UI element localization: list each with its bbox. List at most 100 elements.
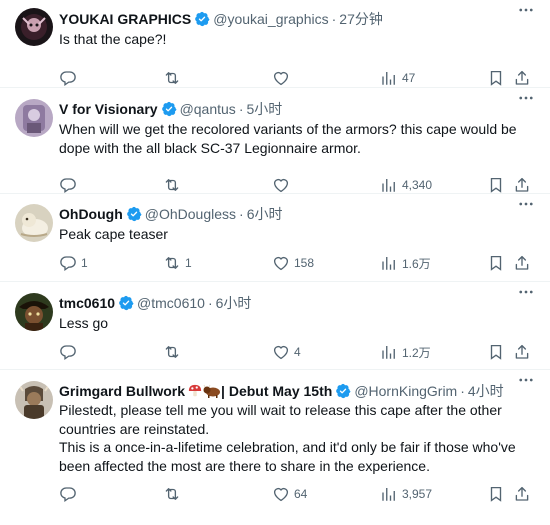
bookmark-button[interactable] (487, 176, 505, 194)
more-icon[interactable] (516, 88, 536, 108)
avatar[interactable] (15, 293, 53, 331)
retweet-button[interactable]: 1 (163, 254, 192, 272)
share-button[interactable] (513, 485, 531, 503)
view-count: 1.2万 (402, 345, 431, 360)
views-icon (382, 179, 395, 192)
heart-icon (273, 345, 289, 360)
retweet-button[interactable] (163, 485, 185, 503)
separator-dot: · (207, 295, 213, 311)
reply-icon (60, 71, 76, 87)
avatar[interactable] (15, 8, 53, 46)
retweet-icon (165, 346, 179, 358)
share-button[interactable] (513, 254, 531, 272)
display-name[interactable]: tmc0610 (59, 295, 115, 311)
avatar[interactable] (15, 99, 53, 137)
reply-icon (60, 345, 76, 361)
tweet-youkai[interactable]: YOUKAI GRAPHICS @youkai_graphics · 27分钟 … (0, 0, 550, 88)
share-icon (515, 255, 529, 270)
timestamp[interactable]: 6小时 (247, 204, 283, 224)
like-count: 64 (294, 487, 308, 501)
views-icon (382, 346, 395, 359)
timestamp[interactable]: 4小时 (468, 381, 504, 401)
bookmark-button[interactable] (487, 69, 505, 87)
reply-button[interactable] (59, 485, 81, 503)
more-icon[interactable] (516, 194, 536, 214)
tweet-line: dope with the all black SC-37 Legionnair… (59, 140, 361, 156)
retweet-icon (165, 179, 179, 191)
display-name[interactable]: OhDough (59, 206, 123, 222)
heart-icon (273, 256, 289, 271)
retweet-button[interactable] (163, 176, 185, 194)
retweet-button[interactable] (163, 69, 185, 87)
user-handle[interactable]: @OhDougless (145, 206, 236, 222)
separator-dot: · (239, 206, 244, 222)
tweet-tmc0610[interactable]: tmc0610 @tmc0610 · 6小时 Less go 4 1.2万 (0, 282, 550, 370)
views-button[interactable]: 4,340 (380, 176, 432, 194)
display-name-suffix[interactable]: | Debut May 15th (221, 383, 332, 399)
heart-icon (273, 178, 289, 193)
bookmark-button[interactable] (487, 254, 505, 272)
tweet-visionary[interactable]: V for Visionary @qantus · 5小时 When will … (0, 88, 550, 194)
action-bar: 4,340 (59, 175, 538, 195)
like-button[interactable]: 4 (272, 343, 301, 361)
retweet-icon (165, 257, 179, 269)
reply-button[interactable] (59, 343, 81, 361)
reply-icon (60, 178, 76, 194)
bookmark-icon (490, 255, 502, 271)
more-icon[interactable] (516, 282, 536, 302)
like-button[interactable]: 64 (272, 485, 307, 503)
more-icon[interactable] (516, 370, 536, 390)
views-button[interactable]: 1.6万 (380, 254, 431, 272)
tweet-text: When will we get the recolored variants … (59, 120, 538, 158)
avatar[interactable] (15, 204, 53, 242)
tweet-text: Is that the cape?! (59, 30, 538, 49)
views-button[interactable]: 47 (380, 69, 415, 87)
bookmark-button[interactable] (487, 343, 505, 361)
user-handle[interactable]: @tmc0610 (137, 295, 205, 311)
share-button[interactable] (513, 343, 531, 361)
reply-button[interactable] (59, 69, 81, 87)
user-handle[interactable]: @qantus (180, 101, 236, 117)
timestamp[interactable]: 5小时 (246, 99, 282, 119)
retweet-button[interactable] (163, 343, 185, 361)
tweet-grimgard[interactable]: Grimgard Bullwork | Debut May 15th @Horn… (0, 370, 550, 525)
retweet-count: 1 (185, 256, 192, 270)
reply-count: 1 (81, 256, 88, 270)
views-icon (382, 488, 395, 501)
views-button[interactable]: 3,957 (380, 485, 432, 503)
share-icon (515, 177, 529, 192)
share-icon (515, 70, 529, 85)
tweet-line: When will we get the recolored variants … (59, 121, 517, 137)
share-button[interactable] (513, 176, 531, 194)
like-button[interactable]: 158 (272, 254, 314, 272)
reply-button[interactable]: 1 (59, 254, 88, 272)
like-button[interactable] (272, 69, 294, 87)
more-icon[interactable] (516, 0, 536, 20)
tweet-line: countries are reinstated. (59, 420, 210, 437)
bookmark-icon (490, 70, 502, 86)
reply-icon (60, 256, 76, 272)
reply-button[interactable] (59, 176, 81, 194)
avatar[interactable] (15, 381, 53, 419)
share-icon (515, 486, 529, 501)
timestamp[interactable]: 27分钟 (339, 9, 383, 29)
verified-badge-icon (126, 206, 142, 222)
timestamp[interactable]: 6小时 (216, 293, 252, 313)
display-name[interactable]: V for Visionary (59, 101, 158, 117)
tweet-ohdough[interactable]: OhDough @OhDougless · 6小时 Peak cape teas… (0, 194, 550, 282)
bookmark-button[interactable] (487, 485, 505, 503)
views-button[interactable]: 1.2万 (380, 343, 431, 361)
display-name[interactable]: YOUKAI GRAPHICS (59, 11, 191, 27)
bookmark-icon (490, 177, 502, 193)
user-handle[interactable]: @youkai_graphics (213, 11, 328, 27)
tweet-text: Pilestedt, please tell me you will wait … (59, 401, 538, 475)
user-handle[interactable]: @HornKingGrim (354, 383, 457, 399)
share-icon (515, 344, 529, 359)
tweet-text: Less go (59, 314, 538, 333)
bookmark-icon (490, 344, 502, 360)
display-name[interactable]: Grimgard Bullwork (59, 383, 185, 399)
share-button[interactable] (513, 69, 531, 87)
views-icon (382, 257, 395, 270)
view-count: 4,340 (402, 178, 433, 192)
like-button[interactable] (272, 176, 294, 194)
